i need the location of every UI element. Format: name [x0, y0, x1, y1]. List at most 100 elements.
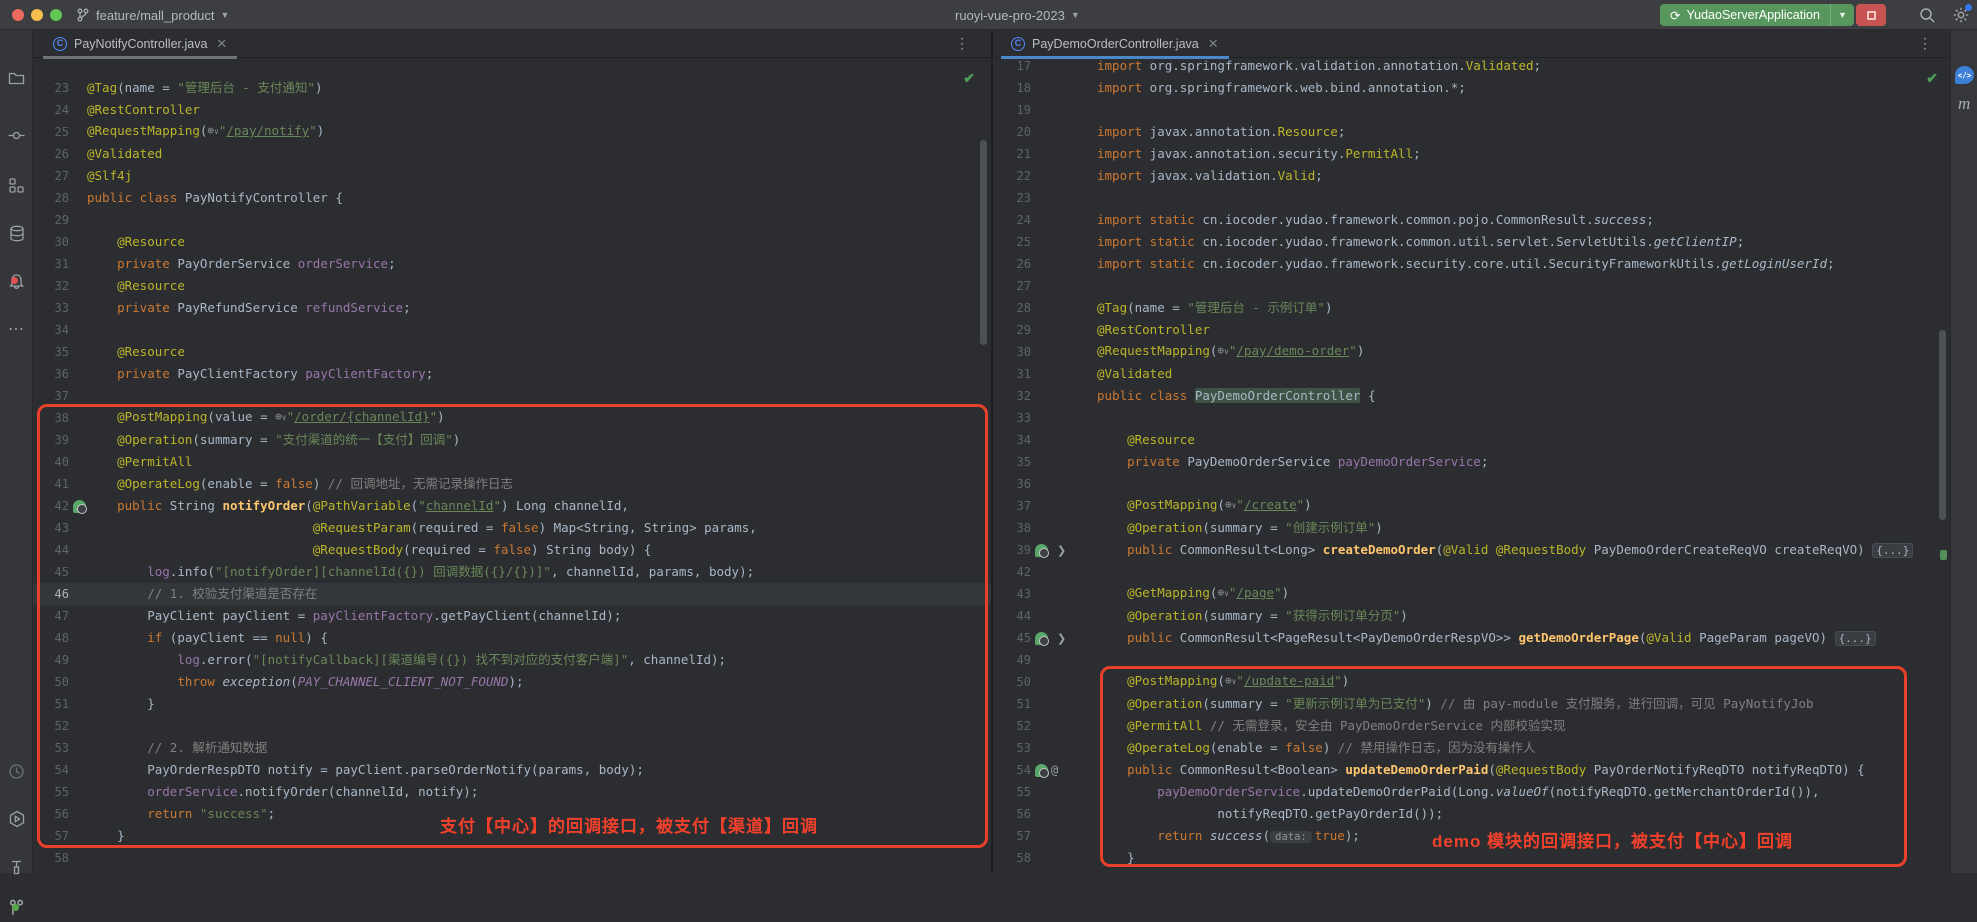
line-number[interactable]: 43 [33, 521, 69, 535]
line-number[interactable]: 37 [33, 389, 69, 403]
line-number[interactable]: 39 [33, 433, 69, 447]
code-line[interactable]: 20import javax.annotation.Resource; [995, 121, 1950, 143]
line-number[interactable]: 44 [33, 543, 69, 557]
code-line[interactable]: 52 @PermitAll // 无需登录，安全由 PayDemoOrderSe… [995, 715, 1950, 737]
code-line[interactable]: 42 public String notifyOrder(@PathVariab… [33, 495, 991, 517]
line-number[interactable]: 51 [995, 697, 1031, 711]
line-number[interactable]: 17 [995, 59, 1031, 73]
line-number[interactable]: 55 [995, 785, 1031, 799]
line-number[interactable]: 35 [995, 455, 1031, 469]
code-line[interactable]: 23@Tag(name = "管理后台 - 支付通知") [33, 77, 991, 99]
code-line[interactable]: 27@Slf4j [33, 165, 991, 187]
line-number[interactable]: 47 [33, 609, 69, 623]
settings-button[interactable] [1952, 6, 1970, 29]
code-line[interactable]: 57 } [33, 825, 991, 847]
code-line[interactable]: 37 [33, 385, 991, 407]
project-tool-button[interactable] [0, 63, 33, 93]
code-line[interactable]: 18import org.springframework.web.bind.an… [995, 77, 1950, 99]
line-number[interactable]: 32 [33, 279, 69, 293]
notifications-tool-button[interactable] [0, 266, 33, 296]
tab-paynotifycontroller[interactable]: C PayNotifyController.java ✕ [43, 30, 237, 58]
code-line[interactable]: 19 [995, 99, 1950, 121]
line-number[interactable]: 28 [995, 301, 1031, 315]
code-line[interactable]: 48 if (payClient == null) { [33, 627, 991, 649]
line-number[interactable]: 24 [995, 213, 1031, 227]
line-number[interactable]: 24 [33, 103, 69, 117]
code-line[interactable]: 55 orderService.notifyOrder(channelId, n… [33, 781, 991, 803]
code-line[interactable]: 24import static cn.iocoder.yudao.framewo… [995, 209, 1950, 231]
line-number[interactable]: 54 [995, 763, 1031, 777]
m-plugin-icon[interactable]: m [1958, 94, 1970, 114]
code-line[interactable]: 27 [995, 275, 1950, 297]
line-number[interactable]: 37 [995, 499, 1031, 513]
line-number[interactable]: 50 [33, 675, 69, 689]
fold-arrow-icon[interactable]: ❯ [1057, 632, 1066, 645]
line-number[interactable]: 55 [33, 785, 69, 799]
line-number[interactable]: 33 [33, 301, 69, 315]
line-number[interactable]: 49 [995, 653, 1031, 667]
code-line[interactable]: 35 private PayDemoOrderService payDemoOr… [995, 451, 1950, 473]
build-tool-button[interactable] [0, 852, 33, 882]
code-line[interactable]: 34 [33, 319, 991, 341]
scrollbar-thumb[interactable] [980, 140, 987, 345]
vcs-tool-button[interactable] [0, 892, 33, 922]
line-number[interactable]: 27 [995, 279, 1031, 293]
line-number[interactable]: 57 [995, 829, 1031, 843]
line-number[interactable]: 54 [33, 763, 69, 777]
more-tool-button[interactable]: ⋯ [0, 314, 33, 344]
code-line[interactable]: 44 @RequestBody(required = false) String… [33, 539, 991, 561]
line-number[interactable]: 40 [33, 455, 69, 469]
search-button[interactable] [1918, 6, 1936, 24]
code-line[interactable]: 43 @GetMapping(⊕∨"/page") [995, 583, 1950, 605]
services-tool-button[interactable] [0, 804, 33, 834]
code-line[interactable]: 52 [33, 715, 991, 737]
line-number[interactable]: 39 [995, 543, 1031, 557]
line-number[interactable]: 35 [33, 345, 69, 359]
code-line[interactable]: 40 @PermitAll [33, 451, 991, 473]
line-number[interactable]: 45 [995, 631, 1031, 645]
line-number[interactable]: 36 [995, 477, 1031, 491]
line-number[interactable]: 56 [995, 807, 1031, 821]
line-number[interactable]: 25 [33, 125, 69, 139]
code-line[interactable]: 46 // 1. 校验支付渠道是否存在 [33, 583, 991, 605]
tab-paydemoordercontroller[interactable]: C PayDemoOrderController.java ✕ [1001, 30, 1229, 58]
annotated-gutter-icon[interactable]: @ [1051, 763, 1058, 777]
stop-button[interactable] [1856, 4, 1886, 26]
line-number[interactable]: 23 [33, 81, 69, 95]
line-number[interactable]: 51 [33, 697, 69, 711]
code-line[interactable]: 30@RequestMapping(⊕∨"/pay/demo-order") [995, 341, 1950, 363]
line-number[interactable]: 33 [995, 411, 1031, 425]
code-line[interactable]: 45 log.info("[notifyOrder][channelId({})… [33, 561, 991, 583]
run-config-dropdown[interactable]: ▼ [1830, 4, 1854, 26]
line-number[interactable]: 58 [995, 851, 1031, 865]
git-branch-widget[interactable]: feature/mall_product ▼ [70, 3, 235, 27]
line-number[interactable]: 26 [33, 147, 69, 161]
fold-arrow-icon[interactable]: ❯ [1057, 544, 1066, 557]
editor-menu-kebab[interactable]: ⋮ [955, 35, 969, 52]
code-line[interactable]: 17import org.springframework.validation.… [995, 58, 1950, 77]
window-close-button[interactable] [12, 9, 24, 21]
line-number[interactable]: 49 [33, 653, 69, 667]
line-number[interactable]: 28 [33, 191, 69, 205]
code-line[interactable]: 51 } [33, 693, 991, 715]
code-line[interactable]: 56 return "success"; [33, 803, 991, 825]
code-line[interactable]: 51 @Operation(summary = "更新示例订单为已支付") //… [995, 693, 1950, 715]
line-number[interactable]: 50 [995, 675, 1031, 689]
code-line[interactable]: 44 @Operation(summary = "获得示例订单分页") [995, 605, 1950, 627]
line-number[interactable]: 23 [995, 191, 1031, 205]
code-line[interactable]: 59 @PostMapping(value = ⊕∨"/refund/{chan… [33, 869, 991, 873]
code-line[interactable]: 50 @PostMapping(⊕∨"/update-paid") [995, 671, 1950, 693]
code-line[interactable]: 37 @PostMapping(⊕∨"/create") [995, 495, 1950, 517]
code-line[interactable]: 26@Validated [33, 143, 991, 165]
window-minimize-button[interactable] [31, 9, 43, 21]
rerun-button[interactable]: ⟳ YudaoServerApplication [1660, 4, 1830, 26]
line-number[interactable]: 46 [33, 587, 69, 601]
code-line[interactable]: 54@ public CommonResult<Boolean> updateD… [995, 759, 1950, 781]
line-number[interactable]: 57 [33, 829, 69, 843]
code-line[interactable]: 24@RestController [33, 99, 991, 121]
line-number[interactable]: 53 [995, 741, 1031, 755]
code-area-right[interactable]: 17import org.springframework.validation.… [995, 58, 1950, 873]
line-number[interactable]: 32 [995, 389, 1031, 403]
line-number[interactable]: 41 [33, 477, 69, 491]
code-line[interactable]: 53 // 2. 解析通知数据 [33, 737, 991, 759]
